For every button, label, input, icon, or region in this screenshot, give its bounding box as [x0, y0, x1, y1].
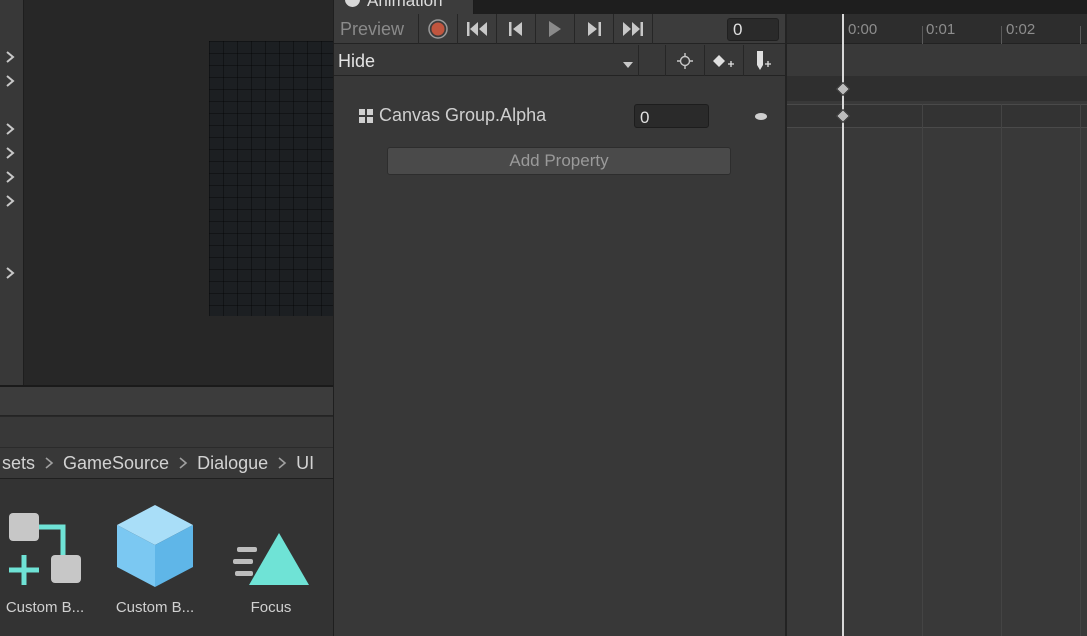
- tick-label: 0:02: [1006, 21, 1036, 38]
- animation-toolbar: Preview: [334, 14, 785, 44]
- keyframe-row-property[interactable]: [787, 104, 1087, 128]
- tab-animation[interactable]: Animation: [334, 0, 474, 14]
- scene-canvas-preview: [209, 41, 333, 316]
- animation-window-icon: [345, 0, 360, 7]
- property-name: Canvas Group.Alpha: [379, 105, 547, 125]
- add-keyframe-button[interactable]: [705, 45, 743, 76]
- property-row[interactable]: Canvas Group.Alpha: [334, 103, 785, 129]
- last-key-button[interactable]: [614, 14, 652, 44]
- tab-title: Animation: [367, 0, 443, 10]
- asset-item[interactable]: Focus: [216, 499, 326, 616]
- asset-label: Custom B...: [5, 599, 85, 616]
- add-event-button[interactable]: [744, 45, 782, 76]
- first-key-button[interactable]: [458, 14, 496, 44]
- project-assets-grid: Custom B... Custom B... Focus: [0, 479, 333, 636]
- project-toolbar: [0, 387, 333, 416]
- focus-effect-icon: [216, 499, 326, 589]
- playhead[interactable]: [842, 14, 844, 636]
- expand-arrow-icon[interactable]: [3, 74, 17, 88]
- asset-label: Focus: [250, 599, 292, 616]
- expand-arrow-icon[interactable]: [3, 266, 17, 280]
- tick-label: 0:00: [848, 21, 878, 38]
- add-property-button[interactable]: Add Property: [387, 147, 731, 175]
- canvas-group-icon: [359, 109, 373, 123]
- chevron-right-icon: [274, 455, 290, 471]
- clip-selector-row: Hide: [334, 45, 785, 76]
- add-event-icon: [757, 50, 771, 70]
- crosshair-icon: [677, 52, 693, 69]
- breadcrumb-item[interactable]: sets: [0, 453, 37, 474]
- chevron-right-icon: [41, 455, 57, 471]
- window-tab-bar: Animation: [334, 0, 1087, 14]
- keyframe-row-summary[interactable]: [787, 76, 1087, 101]
- play-icon: [549, 21, 561, 37]
- script-graph-icon: [0, 499, 100, 589]
- dopesheet[interactable]: 0:00 0:01 0:02: [787, 14, 1087, 636]
- cube-prefab-icon: [100, 499, 210, 589]
- step-back-icon: [509, 22, 522, 36]
- expand-arrow-icon[interactable]: [3, 170, 17, 184]
- expand-arrow-icon[interactable]: [3, 194, 17, 208]
- property-value-field[interactable]: [634, 104, 709, 128]
- expand-arrow-icon[interactable]: [3, 146, 17, 160]
- asset-label: Custom B...: [115, 599, 195, 616]
- breadcrumb-item[interactable]: GameSource: [61, 453, 171, 474]
- asset-item[interactable]: Custom B...: [0, 499, 100, 616]
- clip-dropdown[interactable]: Hide: [338, 51, 375, 72]
- record-icon: [428, 19, 448, 39]
- skip-to-start-icon: [467, 22, 487, 36]
- previous-key-button[interactable]: [497, 14, 535, 44]
- chevron-down-icon[interactable]: [622, 56, 634, 74]
- record-button[interactable]: [419, 14, 457, 44]
- hierarchy-strip: [0, 0, 24, 385]
- property-options-icon[interactable]: [755, 113, 767, 120]
- breadcrumb: sets GameSource Dialogue UI: [0, 447, 333, 479]
- next-key-button[interactable]: [575, 14, 613, 44]
- frame-field[interactable]: [727, 18, 779, 41]
- preview-toggle[interactable]: Preview: [340, 19, 404, 40]
- asset-item[interactable]: Custom B...: [100, 499, 210, 616]
- breadcrumb-item[interactable]: Dialogue: [195, 453, 270, 474]
- breadcrumb-item[interactable]: UI: [294, 453, 316, 474]
- project-header: [0, 417, 333, 447]
- chevron-right-icon: [175, 455, 191, 471]
- tick-label: 0:01: [926, 21, 956, 38]
- step-forward-icon: [588, 22, 601, 36]
- expand-arrow-icon[interactable]: [3, 50, 17, 64]
- timeline-ruler[interactable]: 0:00 0:01 0:02: [787, 14, 1087, 44]
- play-button[interactable]: [536, 14, 574, 44]
- add-keyframe-icon: [713, 54, 734, 67]
- skip-to-end-icon: [623, 22, 643, 36]
- filter-by-selection-button[interactable]: [666, 45, 704, 76]
- expand-arrow-icon[interactable]: [3, 122, 17, 136]
